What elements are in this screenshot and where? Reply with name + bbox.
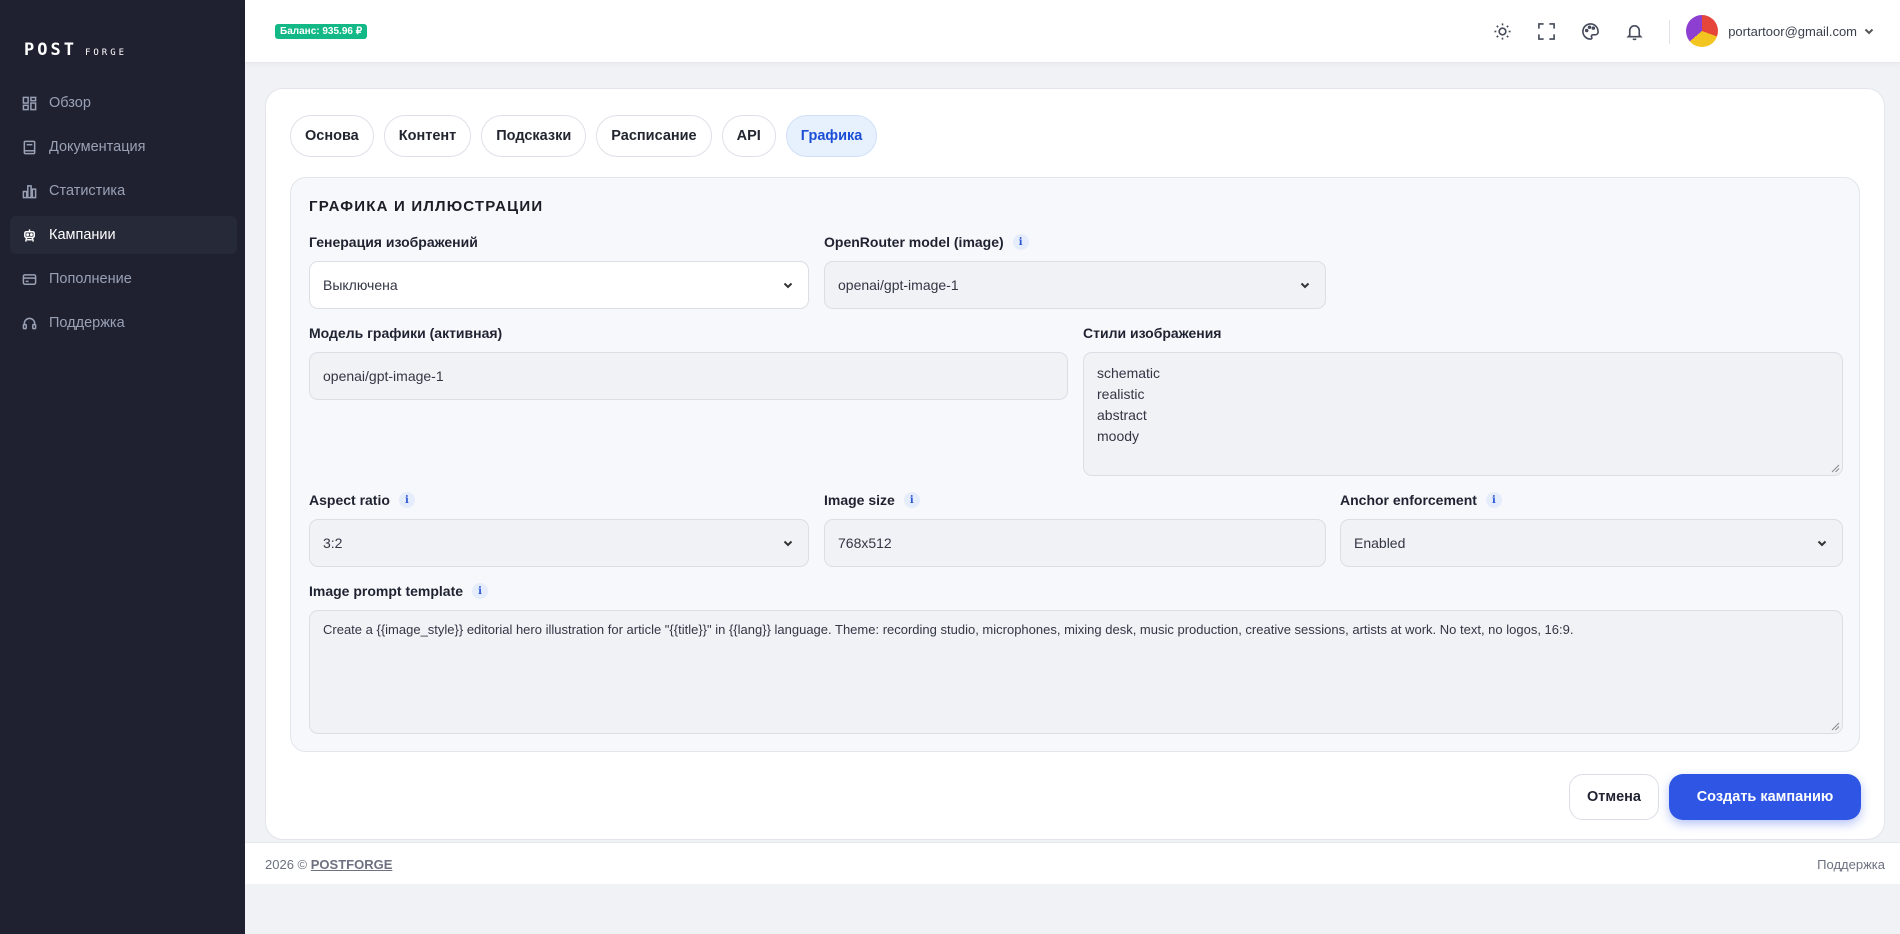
bell-icon[interactable] xyxy=(1623,20,1645,42)
graphics-section: ГРАФИКА И ИЛЛЮСТРАЦИИ Генерация изображе… xyxy=(290,177,1860,752)
image-size-value: 768x512 xyxy=(838,535,892,551)
tab-basics[interactable]: Основа xyxy=(290,115,374,157)
aspect-ratio-label-text: Aspect ratio xyxy=(309,492,390,508)
sidebar-item-label: Кампании xyxy=(49,227,116,243)
sidebar-item-label: Обзор xyxy=(49,95,91,111)
headset-icon xyxy=(22,317,37,329)
openrouter-model-label-text: OpenRouter model (image) xyxy=(824,234,1004,250)
image-styles-label: Стили изображения xyxy=(1083,325,1221,341)
resize-grip-icon[interactable] xyxy=(1830,463,1840,473)
sidebar-item-docs[interactable]: Документация xyxy=(10,128,237,166)
footer-support-link[interactable]: Поддержка xyxy=(1817,857,1885,872)
info-icon[interactable]: i xyxy=(903,492,920,508)
anchor-enforcement-value: Enabled xyxy=(1354,535,1406,551)
style-line: abstract xyxy=(1097,407,1147,423)
chevron-down-icon xyxy=(1864,28,1874,35)
campaign-form-card: Основа Контент Подсказки Расписание API … xyxy=(265,88,1885,840)
chevron-down-icon xyxy=(1300,282,1310,289)
info-icon[interactable]: i xyxy=(398,492,415,508)
image-size-label: Image size i xyxy=(824,492,920,508)
anchor-enforcement-label: Anchor enforcement i xyxy=(1340,492,1502,508)
tab-graphics[interactable]: Графика xyxy=(785,115,878,157)
aspect-ratio-label: Aspect ratio i xyxy=(309,492,415,508)
chevron-down-icon xyxy=(783,282,793,289)
tab-api[interactable]: API xyxy=(721,115,776,157)
tab-schedule[interactable]: Расписание xyxy=(596,115,712,157)
image-generation-label-text: Генерация изображений xyxy=(309,234,478,250)
sidebar-item-label: Документация xyxy=(49,139,146,155)
brand-logo-part2: FORGE xyxy=(84,48,128,58)
robot-icon xyxy=(24,228,35,242)
sidebar-item-topup[interactable]: Пополнение xyxy=(10,260,237,298)
image-size-label-text: Image size xyxy=(824,492,895,508)
user-menu[interactable]: portartoor@gmail.com xyxy=(1686,15,1875,47)
style-line: schematic xyxy=(1097,365,1161,381)
image-styles-textarea[interactable]: schematic realistic abstract moody xyxy=(1083,352,1843,476)
book-icon xyxy=(23,140,36,154)
active-model-label-text: Модель графики (активная) xyxy=(309,325,503,341)
sidebar: POST FORGE Обзор Документация Статистика … xyxy=(0,0,245,934)
image-generation-label: Генерация изображений xyxy=(309,234,478,250)
balance-badge: Баланс: 935.96 ₽ xyxy=(275,24,368,39)
sidebar-item-label: Пополнение xyxy=(49,271,132,287)
active-model-value: openai/gpt-image-1 xyxy=(323,368,444,384)
brand-logo[interactable]: POST FORGE xyxy=(24,40,127,60)
section-title: ГРАФИКА И ИЛЛЮСТРАЦИИ xyxy=(309,198,544,215)
chevron-down-icon xyxy=(1817,540,1827,547)
fullscreen-icon[interactable] xyxy=(1535,20,1557,42)
chevron-down-icon xyxy=(783,540,793,547)
sidebar-item-label: Поддержка xyxy=(49,315,125,331)
sidebar-item-support[interactable]: Поддержка xyxy=(10,304,237,342)
bar-chart-icon xyxy=(22,184,37,198)
prompt-template-textarea[interactable]: Create a {{image_style}} editorial hero … xyxy=(309,610,1843,734)
footer-copy-prefix: 2026 © xyxy=(265,857,308,872)
info-icon[interactable]: i xyxy=(472,583,489,599)
credit-card-icon xyxy=(22,273,37,285)
footer-copyright: 2026 © POSTFORGE xyxy=(265,857,392,872)
info-icon[interactable]: i xyxy=(1012,234,1029,250)
prompt-template-value: Create a {{image_style}} editorial hero … xyxy=(323,622,1574,637)
aspect-ratio-select[interactable]: 3:2 xyxy=(309,519,809,567)
openrouter-model-select[interactable]: openai/gpt-image-1 xyxy=(824,261,1326,309)
style-line: moody xyxy=(1097,428,1140,444)
openrouter-model-label: OpenRouter model (image) i xyxy=(824,234,1029,250)
image-size-input[interactable]: 768x512 xyxy=(824,519,1326,567)
image-generation-value: Выключена xyxy=(323,277,398,293)
footer-brand-link[interactable]: POSTFORGE xyxy=(311,857,393,872)
cancel-button[interactable]: Отмена xyxy=(1569,774,1659,820)
header-actions xyxy=(1491,20,1645,42)
resize-grip-icon[interactable] xyxy=(1830,721,1840,731)
anchor-enforcement-label-text: Anchor enforcement xyxy=(1340,492,1477,508)
avatar xyxy=(1686,15,1719,47)
active-model-input[interactable]: openai/gpt-image-1 xyxy=(309,352,1068,400)
sidebar-item-campaigns[interactable]: Кампании xyxy=(10,216,237,254)
sidebar-item-label: Статистика xyxy=(49,183,126,199)
anchor-enforcement-select[interactable]: Enabled xyxy=(1340,519,1843,567)
user-email: portartoor@gmail.com xyxy=(1728,23,1857,39)
footer: 2026 © POSTFORGE Поддержка xyxy=(245,842,1900,884)
dashboard-icon xyxy=(22,96,37,110)
top-header: Баланс: 935.96 ₽ portartoor@gmail.com xyxy=(245,0,1900,63)
sun-icon[interactable] xyxy=(1491,20,1513,42)
sidebar-item-overview[interactable]: Обзор xyxy=(10,84,237,122)
sidebar-nav: Обзор Документация Статистика Кампании П… xyxy=(10,84,237,348)
create-campaign-button[interactable]: Создать кампанию xyxy=(1669,774,1861,820)
header-divider xyxy=(1669,20,1670,44)
active-model-label: Модель графики (активная) xyxy=(309,325,502,341)
style-line: realistic xyxy=(1097,386,1145,402)
form-tabs: Основа Контент Подсказки Расписание API … xyxy=(290,115,878,157)
tab-content[interactable]: Контент xyxy=(383,115,472,157)
sidebar-item-stats[interactable]: Статистика xyxy=(10,172,237,210)
palette-icon[interactable] xyxy=(1579,20,1601,42)
aspect-ratio-value: 3:2 xyxy=(323,535,343,551)
prompt-template-label-text: Image prompt template xyxy=(309,583,464,599)
tab-hints[interactable]: Подсказки xyxy=(481,115,587,157)
brand-logo-part1: POST xyxy=(24,40,77,60)
image-generation-select[interactable]: Выключена xyxy=(309,261,809,309)
openrouter-model-value: openai/gpt-image-1 xyxy=(838,277,959,293)
image-styles-label-text: Стили изображения xyxy=(1083,325,1222,341)
info-icon[interactable]: i xyxy=(1485,492,1502,508)
prompt-template-label: Image prompt template i xyxy=(309,583,489,599)
